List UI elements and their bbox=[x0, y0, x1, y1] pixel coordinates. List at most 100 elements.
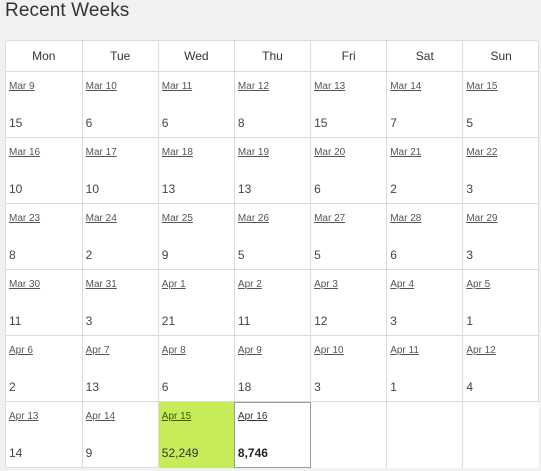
day-visit-count: 10 bbox=[9, 182, 23, 196]
day-cell-wed[interactable]: Mar 11 6 bbox=[158, 71, 235, 138]
day-cell-tue[interactable]: Mar 10 6 bbox=[82, 71, 159, 138]
day-visit-count: 6 bbox=[314, 182, 321, 196]
day-cell-wed[interactable]: Mar 25 9 bbox=[158, 203, 235, 270]
day-date-link[interactable]: Mar 28 bbox=[390, 213, 421, 224]
day-date-link[interactable]: Mar 21 bbox=[390, 147, 421, 158]
day-cell-wed[interactable]: Apr 1 21 bbox=[158, 269, 235, 336]
day-cell-sun[interactable]: Apr 5 1 bbox=[462, 269, 539, 336]
day-visit-count: 3 bbox=[85, 314, 93, 328]
day-cell-sun[interactable]: Mar 15 5 bbox=[462, 71, 539, 138]
day-date-link[interactable]: Mar 19 bbox=[238, 147, 269, 158]
day-cell-wed[interactable]: Apr 15 52,249 bbox=[158, 401, 235, 468]
day-visit-count: 9 bbox=[85, 446, 93, 460]
day-cell-sun[interactable]: Mar 22 3 bbox=[462, 137, 539, 204]
day-cell-tue[interactable]: Mar 24 2 bbox=[82, 203, 159, 270]
day-cell-tue[interactable]: Mar 17 10 bbox=[82, 137, 159, 204]
day-date-link[interactable]: Mar 14 bbox=[390, 81, 421, 92]
day-cell-fri[interactable]: Mar 13 15 bbox=[310, 71, 388, 138]
day-cell-thu[interactable]: Mar 12 8 bbox=[234, 71, 312, 138]
day-cell-tue[interactable]: Apr 14 9 bbox=[82, 401, 159, 468]
day-cell-thu[interactable]: Apr 2 11 bbox=[234, 269, 312, 336]
day-date-link[interactable]: Apr 3 bbox=[314, 279, 338, 290]
weekday-header-wed: Wed bbox=[158, 41, 235, 72]
day-date-link[interactable]: Apr 16 bbox=[238, 411, 267, 422]
day-cell-wed[interactable]: Mar 18 13 bbox=[158, 137, 235, 204]
day-cell-wed[interactable]: Apr 8 6 bbox=[158, 335, 235, 402]
day-cell-mon[interactable]: Mar 16 10 bbox=[6, 137, 83, 204]
day-date-link[interactable]: Apr 12 bbox=[466, 345, 495, 356]
day-visit-count: 3 bbox=[314, 380, 321, 394]
day-date-link[interactable]: Mar 29 bbox=[466, 213, 497, 224]
day-date-link[interactable]: Mar 24 bbox=[86, 213, 117, 224]
day-visit-count: 3 bbox=[390, 314, 397, 328]
calendar-week-row: Mar 23 8 Mar 24 2 Mar 25 9 Mar 26 5 Mar 27 5 Mar 2… bbox=[6, 203, 539, 270]
day-visit-count: 2 bbox=[390, 182, 397, 196]
day-cell-thu[interactable]: Apr 16 8,746 bbox=[234, 401, 312, 468]
day-date-link[interactable]: Mar 23 bbox=[9, 213, 40, 224]
day-date-link[interactable]: Mar 13 bbox=[314, 81, 345, 92]
day-date-link[interactable]: Mar 11 bbox=[162, 81, 192, 92]
day-date-link[interactable]: Mar 18 bbox=[162, 147, 193, 158]
day-date-link[interactable]: Apr 10 bbox=[314, 345, 343, 356]
day-date-link[interactable]: Mar 25 bbox=[162, 213, 193, 224]
day-date-link[interactable]: Apr 13 bbox=[9, 411, 38, 422]
day-cell-sat[interactable]: Apr 11 1 bbox=[386, 335, 464, 402]
day-cell-fri[interactable]: Apr 10 3 bbox=[310, 335, 388, 402]
day-cell-mon[interactable]: Mar 23 8 bbox=[6, 203, 83, 270]
day-cell-fri[interactable]: Mar 20 6 bbox=[310, 137, 388, 204]
day-cell-mon[interactable]: Apr 13 14 bbox=[6, 401, 83, 468]
day-date-link[interactable]: Mar 10 bbox=[86, 81, 117, 92]
day-visit-count: 5 bbox=[314, 248, 321, 262]
day-cell-thu[interactable]: Mar 19 13 bbox=[234, 137, 312, 204]
weekday-header-sat: Sat bbox=[386, 41, 464, 72]
day-visit-count: 14 bbox=[9, 446, 23, 460]
day-date-link[interactable]: Mar 17 bbox=[86, 147, 117, 158]
day-date-link[interactable]: Apr 9 bbox=[238, 345, 262, 356]
day-date-link[interactable]: Mar 12 bbox=[238, 81, 269, 92]
day-cell-thu[interactable]: Apr 9 18 bbox=[234, 335, 312, 402]
day-cell-mon[interactable]: Apr 6 2 bbox=[6, 335, 83, 402]
day-cell-mon[interactable]: Mar 30 11 bbox=[6, 269, 83, 336]
weekday-header-tue: Tue bbox=[82, 41, 159, 72]
day-visit-count: 5 bbox=[237, 248, 245, 262]
day-date-link[interactable]: Apr 5 bbox=[466, 279, 490, 290]
day-cell-sat[interactable]: Mar 28 6 bbox=[386, 203, 464, 270]
day-visit-count: 13 bbox=[161, 182, 176, 196]
day-date-link[interactable]: Apr 8 bbox=[162, 345, 186, 356]
day-cell-sat[interactable]: Mar 14 7 bbox=[386, 71, 464, 138]
day-cell-sun[interactable]: Apr 12 4 bbox=[462, 335, 539, 402]
day-date-link[interactable]: Mar 16 bbox=[9, 147, 40, 158]
day-cell-fri[interactable]: Apr 3 12 bbox=[310, 269, 388, 336]
day-date-link[interactable]: Mar 27 bbox=[314, 213, 345, 224]
day-date-link[interactable]: Mar 31 bbox=[86, 279, 117, 290]
day-date-link[interactable]: Apr 14 bbox=[86, 411, 115, 422]
day-cell-sat[interactable]: Apr 4 3 bbox=[386, 269, 464, 336]
day-date-link[interactable]: Apr 4 bbox=[390, 279, 414, 290]
day-cell-mon[interactable]: Mar 9 15 bbox=[6, 71, 83, 138]
day-date-link[interactable]: Mar 30 bbox=[9, 279, 40, 290]
day-date-link[interactable]: Mar 9 bbox=[9, 81, 35, 92]
day-cell-fri[interactable]: Mar 27 5 bbox=[310, 203, 388, 270]
day-visit-count: 5 bbox=[466, 116, 474, 130]
day-date-link[interactable]: Apr 15 bbox=[162, 411, 191, 422]
day-date-link[interactable]: Mar 15 bbox=[466, 81, 497, 92]
day-cell-fri bbox=[310, 401, 388, 468]
day-cell-tue[interactable]: Apr 7 13 bbox=[82, 335, 159, 402]
day-date-link[interactable]: Apr 7 bbox=[86, 345, 110, 356]
day-date-link[interactable]: Mar 20 bbox=[314, 147, 345, 158]
day-date-link[interactable]: Mar 22 bbox=[466, 147, 497, 158]
day-visit-count: 10 bbox=[85, 182, 99, 196]
day-cell-tue[interactable]: Mar 31 3 bbox=[82, 269, 159, 336]
day-date-link[interactable]: Apr 2 bbox=[238, 279, 262, 290]
day-visit-count: 52,249 bbox=[161, 446, 199, 460]
day-visit-count: 7 bbox=[390, 116, 397, 130]
day-date-link[interactable]: Apr 6 bbox=[9, 345, 33, 356]
day-visit-count: 1 bbox=[466, 314, 474, 328]
day-visit-count: 6 bbox=[161, 116, 169, 130]
day-date-link[interactable]: Mar 26 bbox=[238, 213, 269, 224]
day-date-link[interactable]: Apr 11 bbox=[390, 345, 419, 356]
day-cell-sat[interactable]: Mar 21 2 bbox=[386, 137, 464, 204]
day-date-link[interactable]: Apr 1 bbox=[162, 279, 186, 290]
day-cell-thu[interactable]: Mar 26 5 bbox=[234, 203, 312, 270]
day-cell-sun[interactable]: Mar 29 3 bbox=[462, 203, 539, 270]
